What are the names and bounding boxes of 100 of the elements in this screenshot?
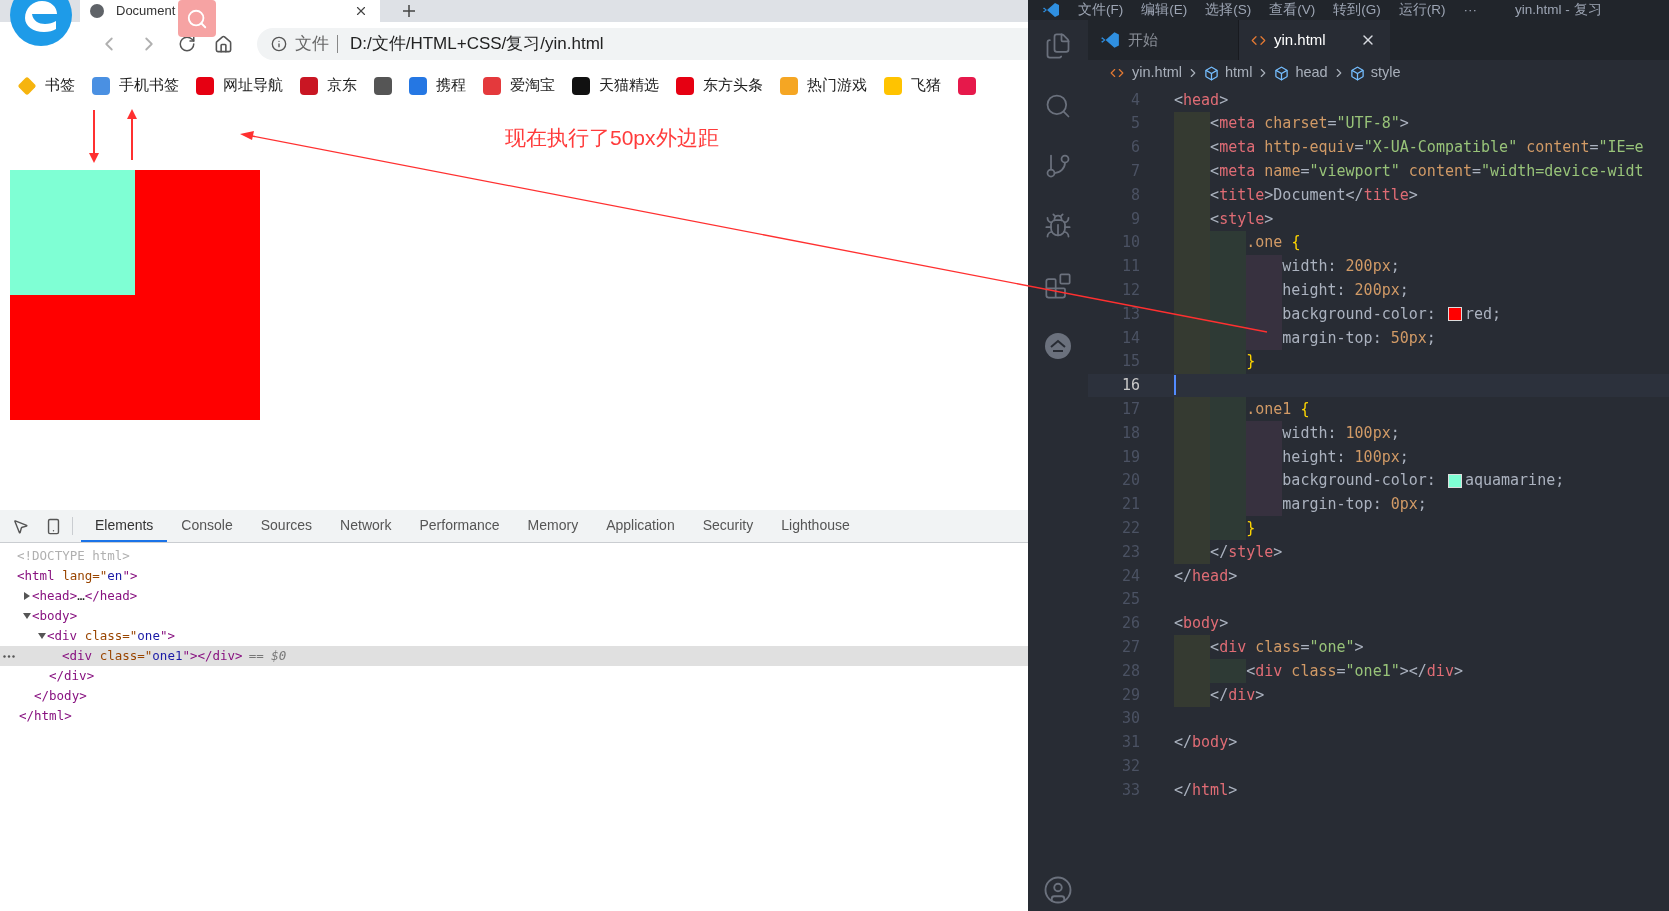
devtools-tab[interactable]: Elements: [81, 510, 168, 542]
markup-token: one: [137, 626, 160, 645]
url-text: D:/文件/HTML+CSS/复习/yin.html: [350, 33, 604, 56]
bookmark-link[interactable]: 携程: [436, 74, 466, 97]
markup-token: </div>: [49, 666, 95, 685]
code-token: }: [1246, 518, 1256, 539]
collapsed-triangle-icon[interactable]: [23, 592, 31, 600]
reload-icon[interactable]: [178, 35, 196, 53]
run-debug-icon[interactable]: [1044, 212, 1072, 240]
bookmark-icon[interactable]: [374, 76, 392, 95]
markup-token: <!DOCTYPE html>: [17, 546, 130, 565]
devtools-tab[interactable]: Lighthouse: [767, 510, 864, 542]
plus-icon[interactable]: [402, 4, 416, 18]
markup-token: ">: [159, 626, 175, 645]
code-token: </: [1174, 732, 1193, 754]
code-token: html: [1192, 779, 1229, 801]
code-token: "one": [1309, 636, 1355, 658]
bookmark-link[interactable]: 天猫精选: [599, 74, 659, 97]
code-icon: [1110, 66, 1124, 80]
bookmark-link[interactable]: 书签: [45, 74, 75, 97]
breadcrumb-item[interactable]: yin.html: [1132, 62, 1182, 84]
menu-item[interactable]: 选择(S): [1205, 0, 1252, 20]
code-token: >: [1453, 660, 1463, 682]
bookmark-link[interactable]: 网址导航: [223, 74, 283, 97]
devtools-tab[interactable]: Console: [167, 510, 247, 542]
devtools-tab[interactable]: Security: [688, 510, 768, 542]
markup-token: <div: [62, 646, 93, 665]
devtools-tab[interactable]: Network: [326, 510, 406, 542]
expanded-triangle-icon[interactable]: [23, 612, 31, 620]
code-token: red;: [1464, 303, 1501, 325]
code-token: "viewport": [1309, 161, 1400, 183]
code-token: ;: [1390, 256, 1400, 278]
device-toolbar-icon[interactable]: [45, 517, 62, 535]
markup-token: <div: [47, 626, 78, 645]
markup-token: <html: [17, 566, 55, 585]
editor-tab[interactable]: yin.html: [1239, 20, 1390, 60]
devtools-tab[interactable]: Performance: [405, 510, 514, 542]
menu-item[interactable]: 文件(F): [1078, 0, 1124, 20]
bookmark-icon[interactable]: [572, 76, 590, 95]
bookmark-link[interactable]: 手机书签: [119, 74, 179, 97]
code-token: >: [1354, 636, 1364, 658]
devtools-tab[interactable]: Sources: [246, 510, 327, 542]
more-icon[interactable]: [3, 655, 15, 658]
code-token: >Document</: [1264, 184, 1364, 206]
markup-token: ">: [122, 566, 138, 585]
bookmark-link[interactable]: 热门游戏: [807, 74, 867, 97]
code-token: content: [1407, 161, 1472, 183]
code-token: div: [1426, 660, 1454, 682]
markup-token: <head>: [32, 586, 78, 605]
devtools-tab[interactable]: Application: [592, 510, 689, 542]
cube-icon: [1203, 65, 1219, 81]
breadcrumb-item[interactable]: html: [1224, 62, 1253, 84]
close-icon[interactable]: [354, 4, 368, 18]
code-token: >: [1228, 779, 1238, 801]
code-token: ;: [1399, 446, 1409, 468]
code-token: ></: [1399, 660, 1427, 682]
code-token: head: [1192, 565, 1229, 587]
code-token: =: [1354, 137, 1364, 159]
code-token: "X-UA-Compatible": [1363, 137, 1518, 159]
expanded-triangle-icon[interactable]: [38, 632, 46, 640]
breadcrumb-item[interactable]: style: [1370, 62, 1401, 84]
search-icon[interactable]: [1044, 92, 1072, 120]
explorer-icon[interactable]: [1044, 32, 1072, 60]
menu-item[interactable]: 查看(V): [1269, 0, 1316, 20]
bookmark-link[interactable]: 爱淘宝: [510, 74, 555, 97]
code-token: ;: [1399, 280, 1409, 301]
bookmark-link[interactable]: 京东: [327, 74, 357, 97]
selected-node-row[interactable]: <div class="one1"></div> == $0: [0, 646, 1028, 666]
code-token: <: [1210, 161, 1220, 183]
markup-token: </head>: [84, 586, 138, 605]
indent-shading: [1210, 302, 1247, 326]
code-token: </: [1210, 541, 1229, 563]
code-token: style: [1219, 208, 1265, 230]
info-icon[interactable]: [271, 36, 287, 52]
markup-token: </body>: [34, 686, 87, 705]
menu-item[interactable]: 运行(R): [1398, 0, 1446, 20]
extensions-icon[interactable]: [1044, 272, 1072, 300]
menu-item[interactable]: 编辑(E): [1141, 0, 1188, 20]
code-token: <: [1210, 208, 1220, 230]
bookmark-link[interactable]: 东方头条: [703, 74, 763, 97]
address-bar[interactable]: 文件 D:/文件/HTML+CSS/复习/yin.html: [257, 28, 1028, 60]
code-token: }: [1246, 351, 1256, 373]
menu-item[interactable]: 转到(G): [1333, 0, 1381, 20]
menu-item[interactable]: ···: [1463, 0, 1477, 20]
bookmark-link[interactable]: 飞猪: [911, 74, 941, 97]
account-icon[interactable]: [1043, 875, 1073, 905]
code-token: div: [1255, 660, 1283, 682]
code-token: "one1": [1345, 660, 1400, 682]
indent-shading: [1210, 325, 1247, 350]
markup-token: class=": [98, 646, 153, 665]
devtools-tab[interactable]: Memory: [513, 510, 593, 542]
code-token: height:: [1282, 280, 1347, 301]
source-control-icon[interactable]: [1044, 152, 1072, 180]
breadcrumb-item[interactable]: head: [1295, 62, 1328, 84]
code-token: <: [1210, 113, 1220, 135]
inspect-icon[interactable]: [12, 517, 29, 535]
code-token: head: [1183, 89, 1220, 111]
home-icon[interactable]: [214, 34, 233, 54]
up-arrow-annotation: [127, 109, 137, 161]
code-token: =: [1589, 137, 1599, 159]
